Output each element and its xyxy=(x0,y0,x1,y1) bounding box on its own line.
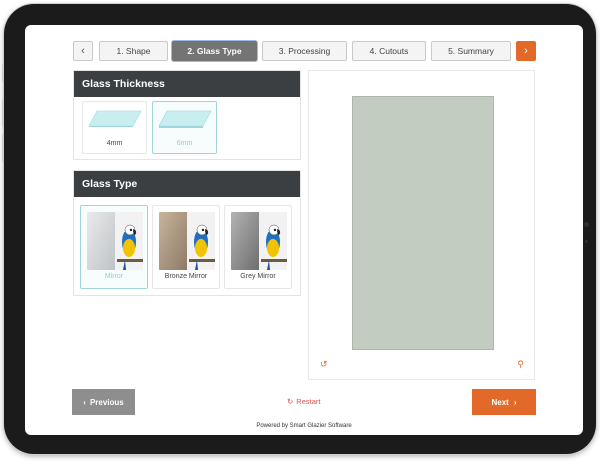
step-glass-type[interactable]: 2. Glass Type xyxy=(172,41,257,61)
glass-type-option-label: Grey Mirror xyxy=(240,273,276,280)
step-cutouts[interactable]: 4. Cutouts xyxy=(352,41,426,61)
next-label: Next xyxy=(491,397,509,407)
chevron-right-icon: › xyxy=(524,45,528,57)
tablet-frame: ‹ 1. Shape 2. Glass Type 3. Processing 4… xyxy=(2,4,596,454)
restart-button[interactable]: ↻ Restart xyxy=(287,397,320,406)
step-shape[interactable]: 1. Shape xyxy=(99,41,168,61)
previous-label: Previous xyxy=(89,397,124,407)
restart-icon: ↻ xyxy=(287,397,294,406)
tablet-side-button xyxy=(2,99,4,127)
thickness-option-label: 6mm xyxy=(176,140,193,147)
glass-preview-panel: ↺ ⚲ xyxy=(308,70,535,380)
step-summary[interactable]: 5. Summary xyxy=(431,41,511,61)
chevron-left-icon: ‹ xyxy=(81,45,85,57)
glass-type-title: Glass Type xyxy=(74,171,300,197)
chevron-right-icon: › xyxy=(513,397,517,407)
thickness-option-label: 4mm xyxy=(106,140,123,147)
tablet-side-button xyxy=(2,64,4,82)
next-button[interactable]: Next › xyxy=(472,389,536,415)
glass-sheet-icon xyxy=(88,110,142,127)
bronze-mirror-parrot-image xyxy=(159,212,215,270)
rotate-icon[interactable]: ↺ xyxy=(320,359,328,370)
glass-type-option-bronze-mirror[interactable]: Bronze Mirror xyxy=(152,205,220,289)
thickness-option-6mm[interactable]: 6mm xyxy=(152,101,217,154)
step-prev-button[interactable]: ‹ xyxy=(73,41,93,61)
thickness-option-4mm[interactable]: 4mm xyxy=(82,101,147,154)
step-next-button[interactable]: › xyxy=(516,41,536,61)
glass-sheet-icon xyxy=(158,110,212,128)
glass-type-option-label: Bronze Mirror xyxy=(164,273,208,280)
tablet-side-button xyxy=(2,134,4,162)
glass-type-option-label: Mirror xyxy=(104,273,124,280)
glass-thickness-title: Glass Thickness xyxy=(74,71,300,97)
glass-thickness-panel: Glass Thickness 4mm 6mm xyxy=(73,70,301,160)
camera-icon xyxy=(584,222,589,227)
powered-by-text: Powered by Smart Glazier Software xyxy=(256,423,352,429)
glass-type-panel: Glass Type Mirror Bronze Mirror Grey Mir… xyxy=(73,170,301,296)
chevron-left-icon: ‹ xyxy=(83,397,86,407)
glass-type-option-grey-mirror[interactable]: Grey Mirror xyxy=(224,205,292,289)
zoom-icon[interactable]: ⚲ xyxy=(517,359,524,370)
grey-mirror-parrot-image xyxy=(231,212,287,270)
glass-preview-shape xyxy=(352,96,494,350)
previous-button[interactable]: ‹ Previous xyxy=(72,389,135,415)
glass-type-option-mirror[interactable]: Mirror xyxy=(80,205,148,289)
step-processing[interactable]: 3. Processing xyxy=(262,41,347,61)
sensor-icon xyxy=(585,240,588,243)
mirror-parrot-image xyxy=(87,212,143,270)
screen: ‹ 1. Shape 2. Glass Type 3. Processing 4… xyxy=(25,25,583,435)
restart-label: Restart xyxy=(296,397,321,406)
